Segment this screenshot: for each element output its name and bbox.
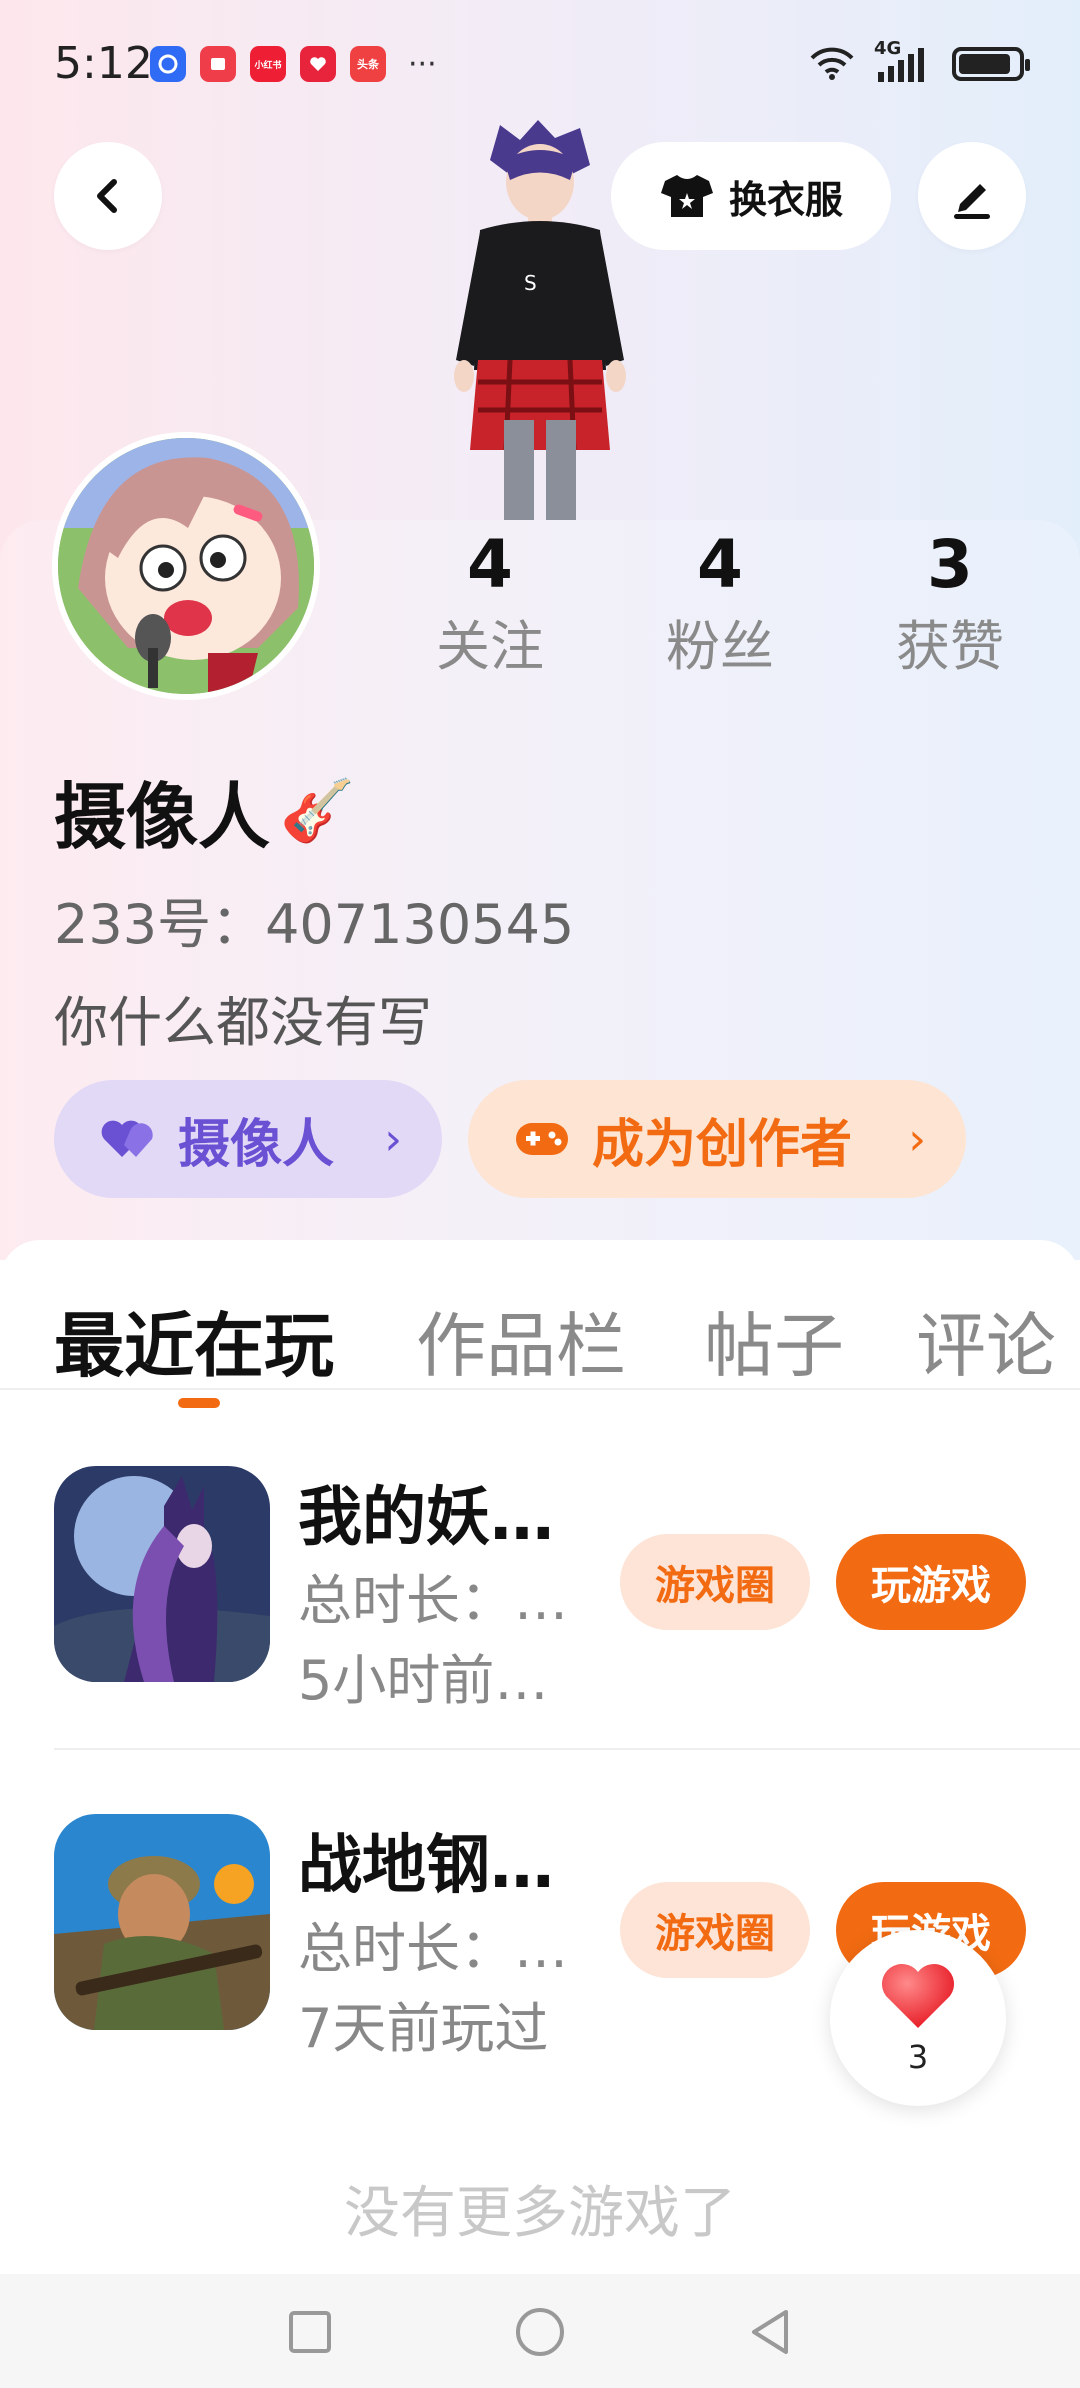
active-tab-indicator xyxy=(178,1398,220,1408)
system-nav-bar xyxy=(0,2274,1080,2388)
content-panel: 最近在玩 作品栏 帖子 评论 xyxy=(0,1240,1080,2270)
user-bio: 你什么都没有写 xyxy=(54,991,432,1054)
dress-up-label: 换衣服 xyxy=(728,177,843,222)
gamepad-icon xyxy=(514,1117,570,1161)
back-nav-icon[interactable] xyxy=(742,2304,798,2360)
chevron-left-icon xyxy=(97,179,117,213)
no-more-games-text: 没有更多游戏了 xyxy=(344,2181,736,2246)
home-icon[interactable] xyxy=(512,2304,568,2360)
status-time: 5:12 xyxy=(54,38,153,89)
identity-tag-label: 摄像人 xyxy=(178,1114,335,1175)
tabs-divider xyxy=(0,1388,1080,1390)
game-playtime: 总时长：… xyxy=(298,1569,568,1632)
back-button[interactable] xyxy=(54,142,162,250)
wifi-icon xyxy=(810,47,854,80)
game-playtime: 总时长：… xyxy=(298,1917,568,1980)
game-last-played: 5小时前… xyxy=(298,1649,549,1712)
play-game-button[interactable]: 玩游戏 xyxy=(836,1534,1026,1630)
user-id: 233号：407130545 xyxy=(54,893,575,956)
more-notifications-icon: ··· xyxy=(408,46,437,82)
recent-apps-icon[interactable] xyxy=(282,2304,338,2360)
guitar-emoji: 🎸 xyxy=(280,776,355,846)
like-button[interactable]: 3 xyxy=(830,1930,1006,2106)
system-indicators: 4G xyxy=(808,38,1030,84)
following-count: 4 xyxy=(467,526,513,603)
game-icon xyxy=(54,1466,270,1682)
battery-icon xyxy=(952,47,1030,81)
likes-label: 获赞 xyxy=(896,615,1004,678)
tshirt-icon xyxy=(660,175,713,217)
chevron-right-icon: › xyxy=(384,1113,402,1165)
game-title: 战地钢… xyxy=(298,1829,554,1903)
likes-count: 3 xyxy=(927,526,973,603)
game-circle-button[interactable]: 游戏圈 xyxy=(620,1882,810,1978)
tab-comments[interactable]: 评论 xyxy=(916,1290,1056,1391)
stat-following[interactable]: 4 关注 xyxy=(390,520,590,682)
followers-count: 4 xyxy=(697,526,743,603)
cellular-signal-icon: 4G xyxy=(874,38,934,84)
heart-icon xyxy=(882,1964,954,2028)
heart-icon xyxy=(100,1117,156,1161)
tab-recently-played[interactable]: 最近在玩 xyxy=(54,1290,334,1391)
nickname-text: 摄像人 xyxy=(54,775,271,859)
edit-profile-button[interactable] xyxy=(918,142,1026,250)
xiaohongshu-icon: 小红书 xyxy=(250,46,286,82)
following-label: 关注 xyxy=(436,615,544,678)
app-icon-2 xyxy=(200,46,236,82)
profile-tabs: 最近在玩 作品栏 帖子 评论 xyxy=(0,1260,1080,1408)
app-icon-4 xyxy=(300,46,336,82)
game-circle-button[interactable]: 游戏圈 xyxy=(620,1534,810,1630)
dress-up-button[interactable]: 换衣服 xyxy=(611,142,891,250)
identity-tag-button[interactable]: 摄像人 › xyxy=(54,1080,442,1198)
status-bar: 5:12 小红书 头条 ··· 4G xyxy=(0,0,1080,130)
pencil-icon xyxy=(954,184,990,219)
followers-label: 粉丝 xyxy=(666,615,774,678)
become-creator-label: 成为创作者 xyxy=(592,1114,853,1175)
game-last-played: 7天前玩过 xyxy=(298,1997,549,2060)
nickname: 摄像人 🎸 xyxy=(54,758,355,863)
user-avatar[interactable] xyxy=(52,432,320,700)
notification-icons: 小红书 头条 ··· xyxy=(150,46,437,82)
profile-stats: 4 关注 4 粉丝 3 获赞 xyxy=(380,520,1080,700)
like-count: 3 xyxy=(907,2038,929,2076)
list-item[interactable]: 我的妖… 总时长：… 5小时前… 游戏圈 玩游戏 xyxy=(0,1410,1080,1712)
list-divider xyxy=(54,1748,1080,1750)
tab-posts[interactable]: 帖子 xyxy=(704,1290,844,1391)
toutiao-icon: 头条 xyxy=(350,46,386,82)
svg-text:S: S xyxy=(524,271,537,295)
stat-followers[interactable]: 4 粉丝 xyxy=(620,520,820,682)
stat-likes[interactable]: 3 获赞 xyxy=(850,520,1050,682)
chevron-right-icon: › xyxy=(908,1113,926,1165)
avatar-image xyxy=(58,438,314,694)
become-creator-button[interactable]: 成为创作者 › xyxy=(468,1080,966,1198)
app-icon-1 xyxy=(150,46,186,82)
game-icon xyxy=(54,1814,270,2030)
tab-works[interactable]: 作品栏 xyxy=(416,1290,626,1391)
game-title: 我的妖… xyxy=(298,1481,554,1555)
